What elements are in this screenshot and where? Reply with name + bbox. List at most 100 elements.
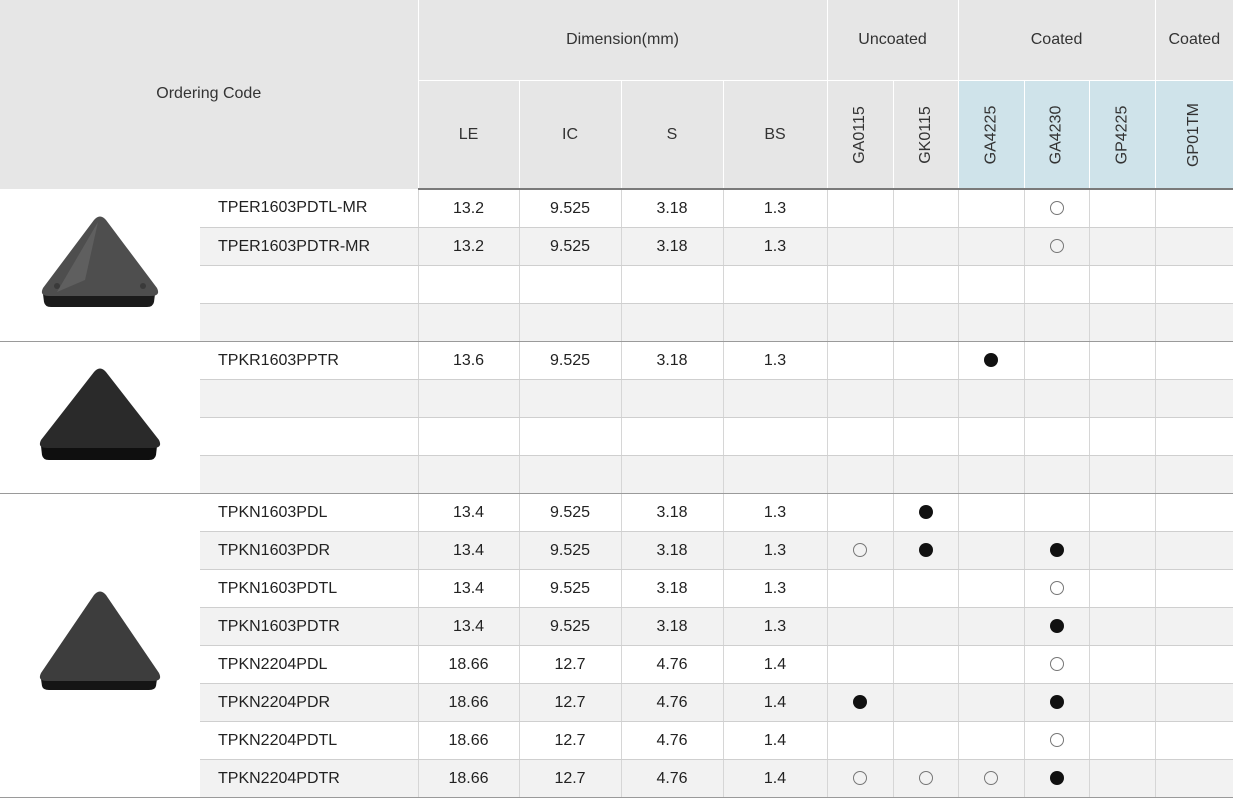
- dimension-ic-cell: 9.525: [518, 189, 622, 228]
- grade-ga0115-cell: [826, 721, 894, 760]
- grade-ga4230-cell: [1023, 379, 1090, 418]
- grade-gk0115-cell: [892, 189, 959, 228]
- grade-gk0115-cell: [892, 265, 959, 304]
- grade-ga0115-cell: [826, 607, 894, 646]
- table-body: TPER1603PDTL-MR 13.2 9.525 3.18 1.3 TPER1603P…: [0, 189, 1233, 798]
- grade-ga0115-cell: [826, 379, 894, 418]
- dimension-ic-cell: 9.525: [518, 227, 622, 266]
- uncoated-header: Uncoated: [826, 0, 959, 81]
- grade-ga4230-cell: [1023, 417, 1090, 456]
- dimension-ic-cell: [518, 303, 622, 342]
- filled-circle-icon: [1049, 771, 1064, 786]
- dimension-header: Dimension(mm): [417, 0, 828, 81]
- dimension-s-cell: 3.18: [620, 493, 724, 532]
- grade-header-gk0115: GK0115: [892, 80, 959, 190]
- grade-ga0115-cell: [826, 417, 894, 456]
- grade-ga0115-cell: [826, 341, 894, 380]
- grade-gp4225-cell: [1088, 417, 1156, 456]
- grade-gp01tm-cell: [1154, 721, 1233, 760]
- ordering-code-cell: TPKN1603PDTL: [200, 569, 419, 608]
- grade-gp4225-cell: [1088, 607, 1156, 646]
- grade-ga4230-cell: [1023, 721, 1090, 760]
- ordering-code-cell: [200, 265, 419, 304]
- grade-header-gp4225: GP4225: [1088, 80, 1156, 190]
- grade-gp4225-cell: [1088, 341, 1156, 380]
- grade-gp01tm-cell: [1154, 455, 1233, 494]
- grade-ga4225-cell: [957, 189, 1025, 228]
- grade-ga0115-cell: [826, 227, 894, 266]
- grade-ga4230-cell: [1023, 341, 1090, 380]
- grade-gp4225-cell: [1088, 455, 1156, 494]
- grade-gp4225-cell: [1088, 379, 1156, 418]
- grade-ga0115-cell: [826, 683, 894, 722]
- dimension-bs-cell: [722, 379, 828, 418]
- dimension-le-cell: 13.2: [417, 227, 520, 266]
- dimension-s-cell: 4.76: [620, 759, 724, 798]
- table-row: TPKR1603PPTR 13.6 9.525 3.18 1.3: [0, 341, 1233, 494]
- grade-ga0115-cell: [826, 493, 894, 532]
- dimension-le-cell: [417, 417, 520, 456]
- dimension-bs-cell: 1.3: [722, 569, 828, 608]
- grade-gp4225-cell: [1088, 569, 1156, 608]
- dimension-bs-cell: [722, 417, 828, 456]
- dimension-s-cell: [620, 455, 724, 494]
- open-circle-icon: [1049, 239, 1064, 254]
- dimension-bs-cell: 1.3: [722, 493, 828, 532]
- grade-gp01tm-cell: [1154, 493, 1233, 532]
- column-header-bs: BS: [722, 80, 828, 190]
- grade-ga4230-cell: [1023, 455, 1090, 494]
- dimension-bs-cell: 1.3: [722, 227, 828, 266]
- grade-header-gp01tm: GP01TM: [1154, 80, 1233, 190]
- column-header-ic: IC: [518, 80, 622, 190]
- grade-gp01tm-cell: [1154, 189, 1233, 228]
- grade-ga4225-cell: [957, 303, 1025, 342]
- grade-gk0115-cell: [892, 341, 959, 380]
- grade-ga4225-cell: [957, 265, 1025, 304]
- table-row: TPKN1603PDL 13.4 9.525 3.18 1.3: [0, 493, 1233, 798]
- filled-circle-icon: [1049, 695, 1064, 710]
- grade-header-ga4230: GA4230: [1023, 80, 1090, 190]
- dimension-le-cell: [417, 265, 520, 304]
- dimension-le-cell: 13.2: [417, 189, 520, 228]
- open-circle-icon: [853, 543, 868, 558]
- dimension-bs-cell: 1.3: [722, 607, 828, 646]
- ordering-code-cell: TPKN2204PDTL: [200, 721, 419, 760]
- dimension-ic-cell: 9.525: [518, 493, 622, 532]
- grade-gp4225-cell: [1088, 265, 1156, 304]
- filled-circle-icon: [1049, 543, 1064, 558]
- grade-gp01tm-cell: [1154, 607, 1233, 646]
- grade-gp4225-cell: [1088, 759, 1156, 798]
- dimension-le-cell: 18.66: [417, 721, 520, 760]
- grade-gk0115-cell: [892, 455, 959, 494]
- grade-gp4225-cell: [1088, 645, 1156, 684]
- dimension-ic-cell: 9.525: [518, 569, 622, 608]
- ordering-code-cell: [200, 303, 419, 342]
- dimension-bs-cell: 1.3: [722, 189, 828, 228]
- grade-ga0115-cell: [826, 455, 894, 494]
- grade-ga4225-cell: [957, 341, 1025, 380]
- ordering-code-cell: [200, 417, 419, 456]
- grade-gp01tm-cell: [1154, 265, 1233, 304]
- grade-ga4230-cell: [1023, 645, 1090, 684]
- dimension-s-cell: 4.76: [620, 645, 724, 684]
- coated-header: Coated: [957, 0, 1156, 81]
- grade-gp01tm-cell: [1154, 227, 1233, 266]
- dimension-s-cell: 3.18: [620, 607, 724, 646]
- grade-gp4225-cell: [1088, 189, 1156, 228]
- ordering-code-cell: TPKN2204PDTR: [200, 759, 419, 798]
- open-circle-icon: [1049, 581, 1064, 596]
- grade-ga4230-cell: [1023, 303, 1090, 342]
- dimension-bs-cell: 1.3: [722, 531, 828, 570]
- grade-ga4230-cell: [1023, 607, 1090, 646]
- dimension-ic-cell: 12.7: [518, 683, 622, 722]
- ordering-code-cell: TPKR1603PPTR: [200, 341, 419, 380]
- dimension-s-cell: 4.76: [620, 683, 724, 722]
- dimension-s-cell: 3.18: [620, 189, 724, 228]
- insert-triangle-dark-image: [0, 493, 200, 798]
- grade-gp01tm-cell: [1154, 417, 1233, 456]
- grade-header-ga0115: GA0115: [826, 80, 894, 190]
- grade-gp4225-cell: [1088, 227, 1156, 266]
- grade-gp4225-cell: [1088, 303, 1156, 342]
- insert-triangle-gray-image: [0, 189, 200, 342]
- column-header-s: S: [620, 80, 724, 190]
